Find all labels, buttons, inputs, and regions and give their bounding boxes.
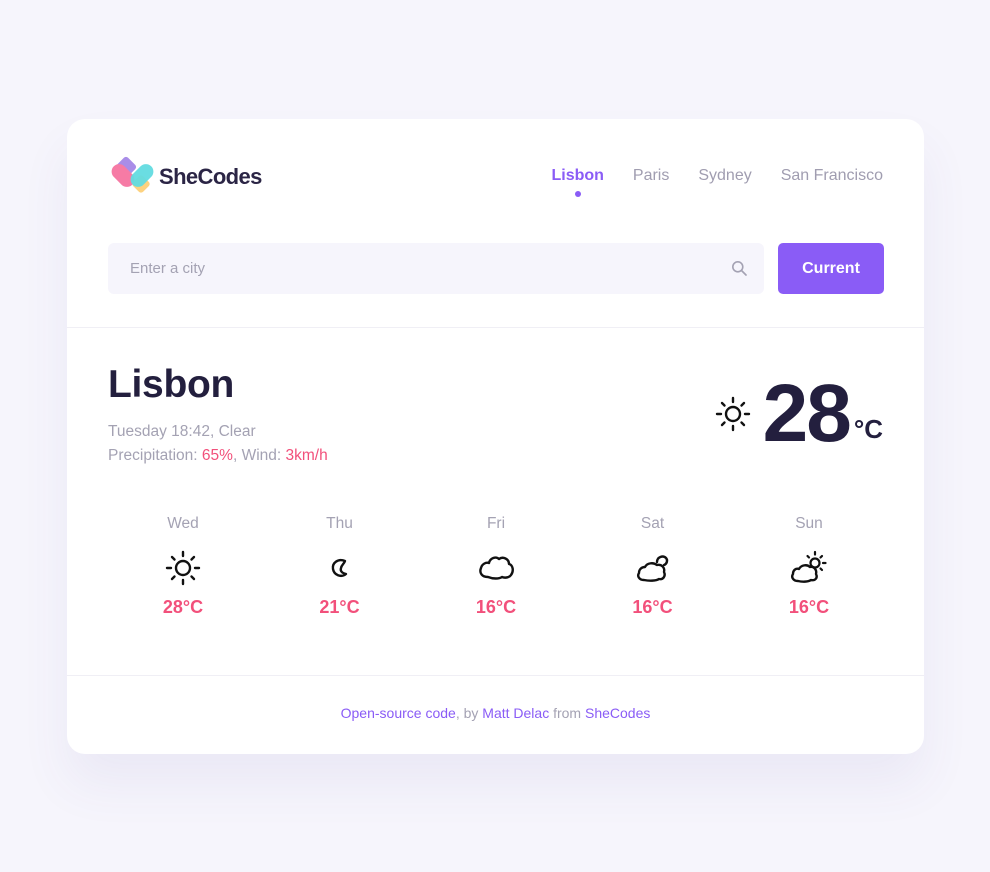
forecast-temp: 16°C bbox=[632, 597, 673, 617]
nav-item-label: San Francisco bbox=[780, 167, 883, 184]
forecast-day: Wed 28°C bbox=[105, 515, 261, 618]
cloud-sun-icon bbox=[791, 550, 827, 583]
forecast-day-name: Thu bbox=[326, 515, 353, 532]
divider bbox=[67, 675, 924, 676]
temperature-unit[interactable]: °C bbox=[854, 414, 883, 445]
sun-icon bbox=[715, 396, 750, 432]
forecast-temp: 16°C bbox=[475, 597, 517, 617]
logo[interactable]: SheCodes bbox=[110, 155, 262, 199]
search-icon[interactable] bbox=[731, 260, 748, 277]
moon-icon bbox=[331, 558, 347, 577]
forecast-temp: 28°C bbox=[162, 597, 204, 617]
cloud-icon bbox=[479, 556, 514, 580]
forecast-day-name: Sat bbox=[640, 515, 665, 532]
city-nav: Lisbon Paris Sydney San Francisco bbox=[522, 167, 883, 197]
forecast-day-name: Wed bbox=[167, 515, 199, 532]
open-source-code-link[interactable]: Open-source code bbox=[341, 705, 456, 721]
forecast: Wed 28°C Thu 21°C Fri 16°C Sat 16°C Sun … bbox=[105, 515, 887, 618]
day-time: Tuesday 18:42 bbox=[108, 423, 210, 440]
footer: Open-source code, by Matt Delac from She… bbox=[67, 705, 924, 721]
header: SheCodes Lisbon Paris Sydney San Francis… bbox=[108, 119, 883, 239]
cloud-moon-icon bbox=[636, 555, 668, 582]
precipitation-value: 65% bbox=[201, 447, 233, 464]
wind-value: 3km/h bbox=[285, 447, 328, 464]
nav-item-lisbon[interactable]: Lisbon bbox=[551, 167, 604, 197]
search-form bbox=[108, 243, 764, 294]
author-link[interactable]: Matt Delac bbox=[482, 705, 549, 721]
active-indicator-dot bbox=[574, 191, 581, 197]
forecast-day: Thu 21°C bbox=[262, 515, 418, 618]
city-name: Lisbon bbox=[108, 363, 235, 406]
shecodes-link[interactable]: SheCodes bbox=[585, 705, 650, 721]
nav-item-san-francisco[interactable]: San Francisco bbox=[781, 167, 883, 185]
footer-by-text: , by bbox=[455, 705, 483, 721]
nav-item-sydney[interactable]: Sydney bbox=[698, 167, 751, 185]
condition: Clear bbox=[218, 423, 256, 440]
forecast-day-name: Sun bbox=[795, 515, 823, 532]
precip-wind-line: Precipitation: 65%, Wind: 3km/h bbox=[108, 447, 328, 464]
forecast-temp: 21°C bbox=[319, 597, 360, 617]
temperature-value: 28 bbox=[762, 368, 852, 459]
footer-from-text: from bbox=[549, 705, 585, 721]
current-location-button[interactable]: Current bbox=[778, 243, 884, 294]
forecast-day: Fri 16°C bbox=[418, 515, 574, 618]
nav-item-label: Sydney bbox=[698, 167, 752, 184]
logo-text: SheCodes bbox=[159, 164, 262, 189]
forecast-day-name: Fri bbox=[486, 515, 506, 532]
precipitation-label: Precipitation: bbox=[108, 447, 198, 464]
forecast-temp: 16°C bbox=[788, 597, 830, 617]
nav-item-label: Paris bbox=[632, 167, 670, 184]
weather-details: Tuesday 18:42, Clear Precipitation: 65%,… bbox=[108, 420, 328, 468]
wind-label: Wind: bbox=[241, 447, 282, 464]
forecast-day: Sun 16°C bbox=[731, 515, 887, 618]
divider bbox=[67, 327, 924, 328]
sun-icon bbox=[165, 550, 201, 586]
nav-item-paris[interactable]: Paris bbox=[633, 167, 669, 185]
city-search-input[interactable] bbox=[108, 243, 764, 294]
current-temperature: 28 °C bbox=[713, 369, 883, 459]
date-condition-line: Tuesday 18:42, Clear bbox=[108, 423, 256, 440]
forecast-day: Sat 16°C bbox=[575, 515, 731, 618]
weather-app-card: SheCodes Lisbon Paris Sydney San Francis… bbox=[67, 119, 924, 754]
nav-item-label: Lisbon bbox=[551, 167, 604, 184]
shecodes-logo-icon bbox=[111, 156, 154, 193]
